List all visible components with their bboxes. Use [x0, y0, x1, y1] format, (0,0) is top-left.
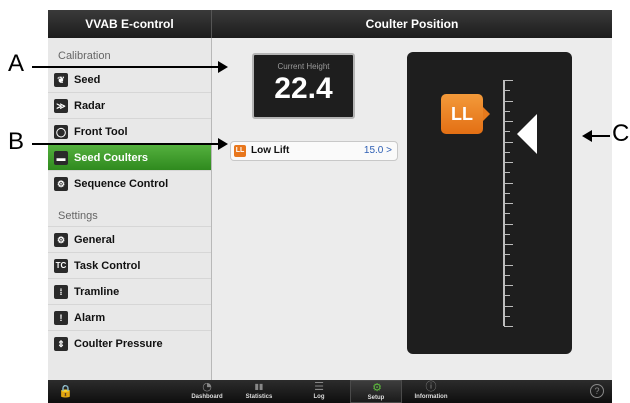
gauge-tick: [504, 192, 510, 194]
sidebar-item-task-control[interactable]: TC Task Control: [48, 252, 211, 278]
help-icon[interactable]: ?: [590, 384, 604, 398]
sidebar-item-label: Sequence Control: [74, 178, 169, 190]
sidebar-item-label: General: [74, 234, 115, 246]
gauge-tick: [504, 264, 513, 266]
current-height-caption: Current Height: [277, 62, 330, 71]
current-height-value: 22.4: [274, 72, 333, 105]
tab-label: Log: [313, 394, 325, 400]
annotation-b: B: [8, 128, 25, 155]
app-title: VVAB E-control: [85, 17, 174, 31]
gauge-tick: [504, 223, 513, 225]
gauge-tick: [504, 110, 510, 112]
coulter-pressure-icon: ⇕: [54, 337, 68, 351]
tab-setup[interactable]: ⚙ Setup: [350, 380, 402, 403]
gauge-tick: [504, 305, 513, 307]
gauge-tick: [504, 90, 510, 92]
tab-label: Information: [414, 394, 448, 400]
gauge-tick: [504, 203, 513, 204]
panel-title: Coulter Position: [365, 17, 459, 31]
sidebar-item-radar[interactable]: ≫ Radar: [48, 92, 211, 118]
gears-icon: ⚙: [54, 233, 68, 247]
sidebar-item-sequence-control[interactable]: ⚙ Sequence Control: [48, 170, 211, 196]
setup-gears-icon: ⚙: [372, 381, 382, 394]
gauge-tick: [504, 151, 510, 153]
tab-dashboard[interactable]: ◔ Dashboard: [181, 380, 233, 403]
sidebar-item-label: Front Tool: [74, 126, 128, 138]
task-control-icon: TC: [54, 259, 68, 273]
sidebar: Calibration ❦ Seed ≫ Radar ◯ Front Tool …: [48, 38, 212, 380]
gauge-tick: [504, 315, 510, 317]
top-bar: VVAB E-control Coulter Position: [48, 10, 612, 38]
main-panel: Current Height 22.4 LL Low Lift 15.0 > L…: [212, 38, 612, 380]
gauge-tick: [504, 121, 513, 122]
annotation-a: A: [8, 50, 25, 77]
annotation-b-arrow: [32, 138, 228, 150]
low-lift-value: 15.0 >: [363, 145, 392, 156]
sidebar-item-seed[interactable]: ❦ Seed: [48, 66, 211, 92]
annotation-a-arrow: [32, 61, 228, 73]
sidebar-item-label: Alarm: [74, 312, 106, 324]
log-icon: ☰: [314, 380, 324, 393]
gauge-tick: [504, 254, 510, 256]
tramline-icon: ⁞: [54, 285, 68, 299]
sidebar-item-general[interactable]: ⚙ General: [48, 226, 211, 252]
gauge-tick: [504, 274, 510, 276]
gauge-tick: [504, 172, 510, 174]
sidebar-item-label: Seed: [74, 74, 101, 86]
tab-log[interactable]: ☰ Log: [293, 380, 345, 403]
tab-label: Dashboard: [191, 394, 223, 400]
tab-label: Setup: [367, 395, 385, 401]
low-lift-icon: LL: [234, 145, 246, 157]
gauge-tick: [504, 182, 513, 184]
gauge-tick: [504, 326, 513, 327]
coulter-position-gauge: LL: [407, 52, 572, 354]
sidebar-item-tramline[interactable]: ⁞ Tramline: [48, 278, 211, 304]
gauge-tick: [504, 295, 510, 297]
gauge-tick: [504, 244, 513, 245]
low-lift-marker: LL: [441, 94, 490, 134]
low-lift-row[interactable]: LL Low Lift 15.0 >: [230, 141, 398, 161]
app-window: VVAB E-control Coulter Position Calibrat…: [48, 10, 612, 403]
seed-icon: ❦: [54, 73, 68, 87]
annotation-c: C: [612, 120, 630, 147]
gauge-tick: [504, 233, 510, 235]
sidebar-item-label: Task Control: [74, 260, 141, 272]
section-calibration: Calibration: [58, 50, 111, 62]
gauge-tick: [504, 285, 513, 286]
gauge-tick: [504, 131, 510, 133]
front-tool-icon: ◯: [54, 125, 68, 139]
radar-icon: ≫: [54, 99, 68, 113]
section-settings: Settings: [58, 210, 98, 222]
sidebar-item-label: Tramline: [74, 286, 120, 298]
gauge-tick: [504, 213, 510, 215]
sidebar-item-alarm[interactable]: ! Alarm: [48, 304, 211, 330]
sidebar-item-label: Radar: [74, 100, 106, 112]
gauge-tick: [504, 80, 513, 81]
sidebar-item-front-tool[interactable]: ◯ Front Tool: [48, 118, 211, 144]
gauge-tick: [504, 162, 513, 163]
dashboard-icon: ◔: [202, 380, 212, 393]
annotation-c-arrow: [582, 130, 610, 142]
lock-icon[interactable]: 🔒: [58, 384, 73, 398]
gauge-tick: [504, 141, 513, 143]
sidebar-item-coulter-pressure[interactable]: ⇕ Coulter Pressure: [48, 330, 211, 356]
low-lift-label: Low Lift: [251, 145, 290, 156]
sidebar-item-label: Coulter Pressure: [74, 338, 163, 350]
bottom-tab-bar: 🔒 ◔ Dashboard ▮▮ Statistics ☰ Log ⚙ Setu…: [48, 380, 612, 403]
statistics-icon: ▮▮: [254, 382, 264, 391]
information-icon: ⓘ: [425, 380, 437, 393]
tab-label: Statistics: [245, 394, 273, 400]
seed-coulters-icon: ▬: [54, 151, 68, 165]
current-height-display: Current Height 22.4: [252, 53, 355, 119]
sidebar-item-label: Seed Coulters: [74, 152, 148, 164]
sidebar-item-seed-coulters[interactable]: ▬ Seed Coulters: [48, 144, 211, 170]
tab-information[interactable]: ⓘ Information: [405, 380, 457, 403]
gauge-tick: [504, 100, 513, 102]
position-pointer-icon[interactable]: [517, 114, 537, 154]
tab-statistics[interactable]: ▮▮ Statistics: [233, 380, 285, 403]
alarm-icon: !: [54, 311, 68, 325]
sequence-control-icon: ⚙: [54, 177, 68, 191]
